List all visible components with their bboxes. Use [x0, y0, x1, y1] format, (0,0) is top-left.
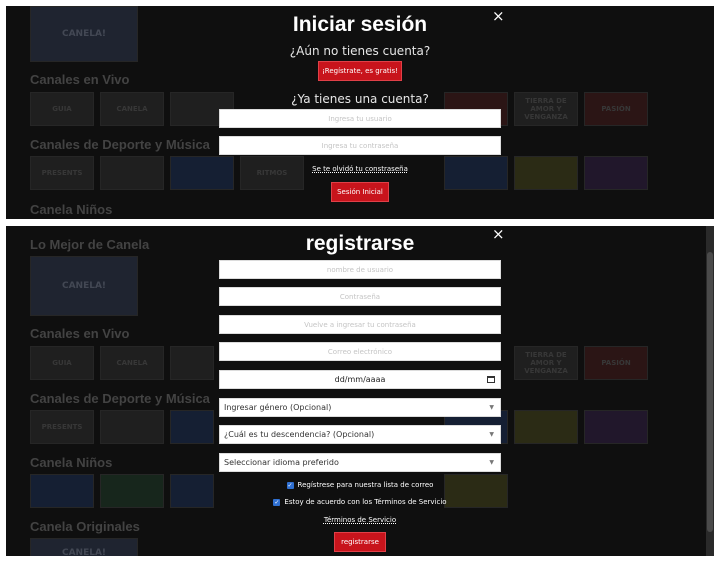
register-confirm-password-input[interactable]: Vuelve a ingresar tu contraseña	[219, 315, 501, 334]
scrollbar-thumb[interactable]	[707, 252, 713, 532]
chevron-down-icon: ▼	[489, 404, 494, 411]
login-submit-button[interactable]: Sesión Inicial	[331, 182, 389, 202]
username-input[interactable]: Ingresa tu usuario	[219, 109, 501, 128]
birthdate-input[interactable]: dd/mm/aaaa	[219, 370, 501, 389]
ancestry-select-value: ¿Cuál es tu descendencia? (Opcional)	[224, 430, 375, 439]
terms-link[interactable]: Términos de Servicio	[6, 516, 714, 524]
close-icon[interactable]: ×	[492, 227, 505, 242]
mailing-list-label: Regístrese para nuestra lista de correo	[297, 481, 434, 489]
terms-label: Estoy de acuerdo con los Términos de Ser…	[284, 498, 447, 506]
login-panel: CANELA! Canales en Vivo GUIA CANELA TIER…	[6, 6, 714, 219]
have-account-text: ¿Ya tienes una cuenta?	[291, 92, 429, 106]
ancestry-select[interactable]: ¿Cuál es tu descendencia? (Opcional) ▼	[219, 425, 501, 444]
mailing-list-checkbox[interactable]: ✓	[286, 481, 294, 489]
password-input[interactable]: Ingresa tu contraseña	[219, 136, 501, 155]
forgot-password-link[interactable]: Se te olvidó tu constraseña	[6, 165, 714, 173]
register-username-input[interactable]: nombre de usuario	[219, 260, 501, 279]
close-icon[interactable]: ×	[492, 9, 505, 24]
gender-select[interactable]: Ingresar género (Opcional) ▼	[219, 398, 501, 417]
register-submit-button[interactable]: registrarse	[334, 532, 386, 552]
login-title: Iniciar sesión	[292, 13, 428, 36]
gender-select-value: Ingresar género (Opcional)	[224, 403, 332, 412]
terms-row: ✓ Estoy de acuerdo con los Términos de S…	[6, 498, 714, 506]
register-panel: Lo Mejor de Canela CANELA! Canales en Vi…	[6, 226, 714, 556]
chevron-down-icon: ▼	[489, 431, 494, 438]
register-free-button[interactable]: ¡Regístrate, es gratis!	[318, 61, 402, 81]
chevron-down-icon: ▼	[489, 459, 494, 466]
language-select-value: Seleccionar idioma preferido	[224, 458, 339, 467]
mailing-list-row: ✓ Regístrese para nuestra lista de corre…	[6, 481, 714, 489]
register-password-input[interactable]: Contraseña	[219, 287, 501, 306]
register-title: registrarse	[305, 232, 415, 255]
calendar-icon[interactable]	[487, 376, 495, 383]
terms-checkbox[interactable]: ✓	[273, 498, 281, 506]
birthdate-value: dd/mm/aaaa	[334, 375, 386, 384]
language-select[interactable]: Seleccionar idioma preferido ▼	[219, 453, 501, 472]
register-email-input[interactable]: Correo electrónico	[219, 342, 501, 361]
scrollbar[interactable]	[706, 226, 714, 556]
no-account-text: ¿Aún no tienes cuenta?	[289, 44, 431, 58]
